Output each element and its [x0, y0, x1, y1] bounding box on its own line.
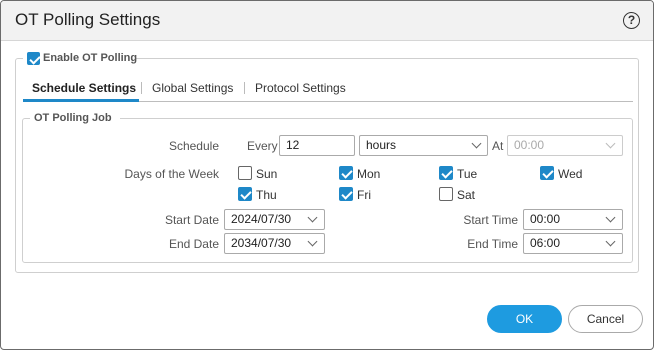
at-label: At [492, 139, 504, 153]
tab-separator [244, 82, 245, 94]
end-time-select[interactable]: 06:00 [523, 233, 623, 254]
chevron-down-icon [605, 236, 616, 247]
chevron-down-icon [307, 212, 318, 223]
days-of-week-label: Days of the Week [124, 167, 220, 181]
ot-polling-job-legend: OT Polling Job [34, 112, 112, 124]
every-value-input[interactable]: 12 [279, 135, 355, 156]
day-sat-checkbox[interactable] [439, 187, 453, 201]
day-fri-label: Fri [357, 188, 371, 202]
tab-schedule-settings[interactable]: Schedule Settings [32, 81, 136, 95]
day-sun-checkbox[interactable] [238, 166, 252, 180]
day-thu-label: Thu [256, 188, 277, 202]
chevron-down-icon [307, 236, 318, 247]
schedule-unit-value: hours [366, 138, 397, 152]
enable-ot-polling-checkbox[interactable] [27, 52, 40, 65]
end-time-value: 06:00 [530, 236, 561, 250]
day-sat-label: Sat [457, 188, 476, 202]
ot-polling-settings-dialog: OT Polling Settings ? Enable OT Polling … [0, 0, 654, 350]
at-time-value: 00:00 [514, 138, 545, 152]
day-mon-checkbox[interactable] [339, 166, 353, 180]
chevron-down-icon [605, 138, 616, 149]
cancel-button[interactable]: Cancel [568, 305, 643, 333]
at-time-select[interactable]: 00:00 [507, 135, 623, 156]
chevron-down-icon [471, 138, 482, 149]
day-wed-checkbox[interactable] [540, 166, 554, 180]
schedule-unit-select[interactable]: hours [359, 135, 488, 156]
day-tue-label: Tue [457, 167, 478, 181]
enable-ot-polling-label: Enable OT Polling [43, 52, 138, 64]
title-bar: OT Polling Settings ? [1, 1, 653, 41]
ok-button[interactable]: OK [487, 305, 562, 333]
day-thu-checkbox[interactable] [238, 187, 252, 201]
end-time-label: End Time [467, 237, 518, 251]
start-time-value: 00:00 [530, 212, 561, 226]
day-sun-label: Sun [256, 167, 278, 181]
tab-protocol-settings[interactable]: Protocol Settings [255, 81, 346, 95]
day-mon-label: Mon [357, 167, 381, 181]
end-date-label: End Date [168, 237, 219, 251]
day-fri-checkbox[interactable] [339, 187, 353, 201]
dialog-title: OT Polling Settings [15, 10, 161, 29]
day-wed-label: Wed [558, 167, 583, 181]
end-date-value: 2034/07/30 [231, 236, 292, 250]
help-icon[interactable]: ? [623, 12, 640, 29]
active-tab-indicator [23, 99, 139, 102]
chevron-down-icon [605, 212, 616, 223]
start-date-label: Start Date [164, 213, 219, 227]
end-date-select[interactable]: 2034/07/30 [224, 233, 325, 254]
start-time-label: Start Time [463, 213, 518, 227]
start-date-value: 2024/07/30 [231, 212, 292, 226]
every-label: Every [247, 139, 278, 153]
tab-separator [141, 82, 142, 94]
start-date-select[interactable]: 2024/07/30 [224, 209, 325, 230]
day-tue-checkbox[interactable] [439, 166, 453, 180]
tab-global-settings[interactable]: Global Settings [152, 81, 233, 95]
start-time-select[interactable]: 00:00 [523, 209, 623, 230]
schedule-label: Schedule [168, 139, 219, 153]
